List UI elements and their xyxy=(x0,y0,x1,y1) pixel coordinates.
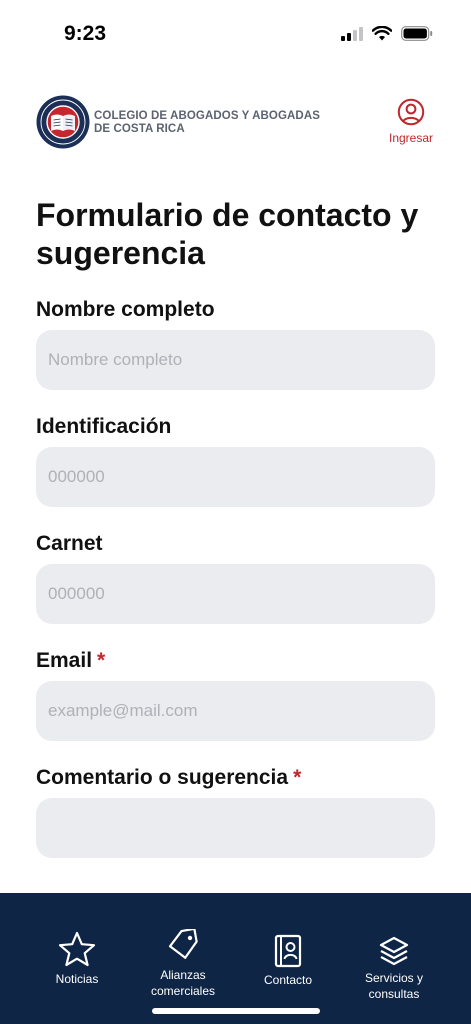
home-indicator xyxy=(152,1008,320,1014)
org-name-line-2: DE COSTA RICA xyxy=(94,123,185,135)
battery-icon xyxy=(401,26,433,41)
comment-input[interactable] xyxy=(36,798,435,858)
contact-book-icon xyxy=(274,934,302,968)
layers-icon xyxy=(379,936,409,966)
carnet-label: Carnet xyxy=(36,532,103,556)
status-time: 9:23 xyxy=(64,22,107,45)
identification-input[interactable] xyxy=(36,447,435,507)
page-title: Formulario de contacto y sugerencia xyxy=(36,197,419,271)
full-name-input[interactable] xyxy=(36,330,435,390)
org-name: COLEGIO DE ABOGADOS Y ABOGADAS DE COSTA … xyxy=(94,110,320,136)
app-header: COLEGIO DE ABOGADOS Y ABOGADAS DE COSTA … xyxy=(0,92,471,154)
comment-required-mark: * xyxy=(293,766,302,789)
full-name-label-text: Nombre completo xyxy=(36,298,215,321)
tab-servicios-consultas[interactable]: Servicios y consultas xyxy=(349,893,439,1003)
tab-contacto[interactable]: Contacto xyxy=(243,893,333,1003)
carnet-input[interactable] xyxy=(36,564,435,624)
star-icon xyxy=(58,931,96,967)
status-icons xyxy=(341,26,433,41)
email-required-mark: * xyxy=(97,649,106,672)
tab-noticias[interactable]: Noticias xyxy=(32,893,122,1003)
login-label: Ingresar xyxy=(388,131,434,145)
login-button[interactable]: Ingresar xyxy=(387,98,435,145)
identification-label-text: Identificación xyxy=(36,415,172,438)
full-name-label: Nombre completo xyxy=(36,298,215,322)
tab-alianzas-comerciales[interactable]: Alianzas comerciales xyxy=(138,893,228,1003)
email-label-text: Email xyxy=(36,649,93,672)
email-label: Email * xyxy=(36,649,105,673)
tag-icon xyxy=(168,929,198,959)
user-circle-icon xyxy=(397,98,425,126)
tab-contacto-label: Contacto xyxy=(263,973,313,987)
status-bar: 9:23 xyxy=(0,0,471,70)
comment-label-text: Comentario o sugerencia xyxy=(36,766,289,789)
carnet-label-text: Carnet xyxy=(36,532,103,555)
comment-label: Comentario o sugerencia * xyxy=(36,766,301,790)
wifi-icon xyxy=(372,26,392,41)
cellular-signal-icon xyxy=(341,26,363,41)
tab-alianzas-label: Alianzas comerciales xyxy=(150,968,216,998)
tab-noticias-label: Noticias xyxy=(55,972,99,986)
org-name-line-1: COLEGIO DE ABOGADOS Y ABOGADAS xyxy=(94,110,320,122)
tab-servicios-label: Servicios y consultas xyxy=(364,971,423,1001)
bottom-tab-bar: Noticias Alianzas comerciales Contacto S… xyxy=(0,893,471,1024)
identification-label: Identificación xyxy=(36,415,171,439)
email-input[interactable] xyxy=(36,681,435,741)
org-logo xyxy=(36,95,90,149)
